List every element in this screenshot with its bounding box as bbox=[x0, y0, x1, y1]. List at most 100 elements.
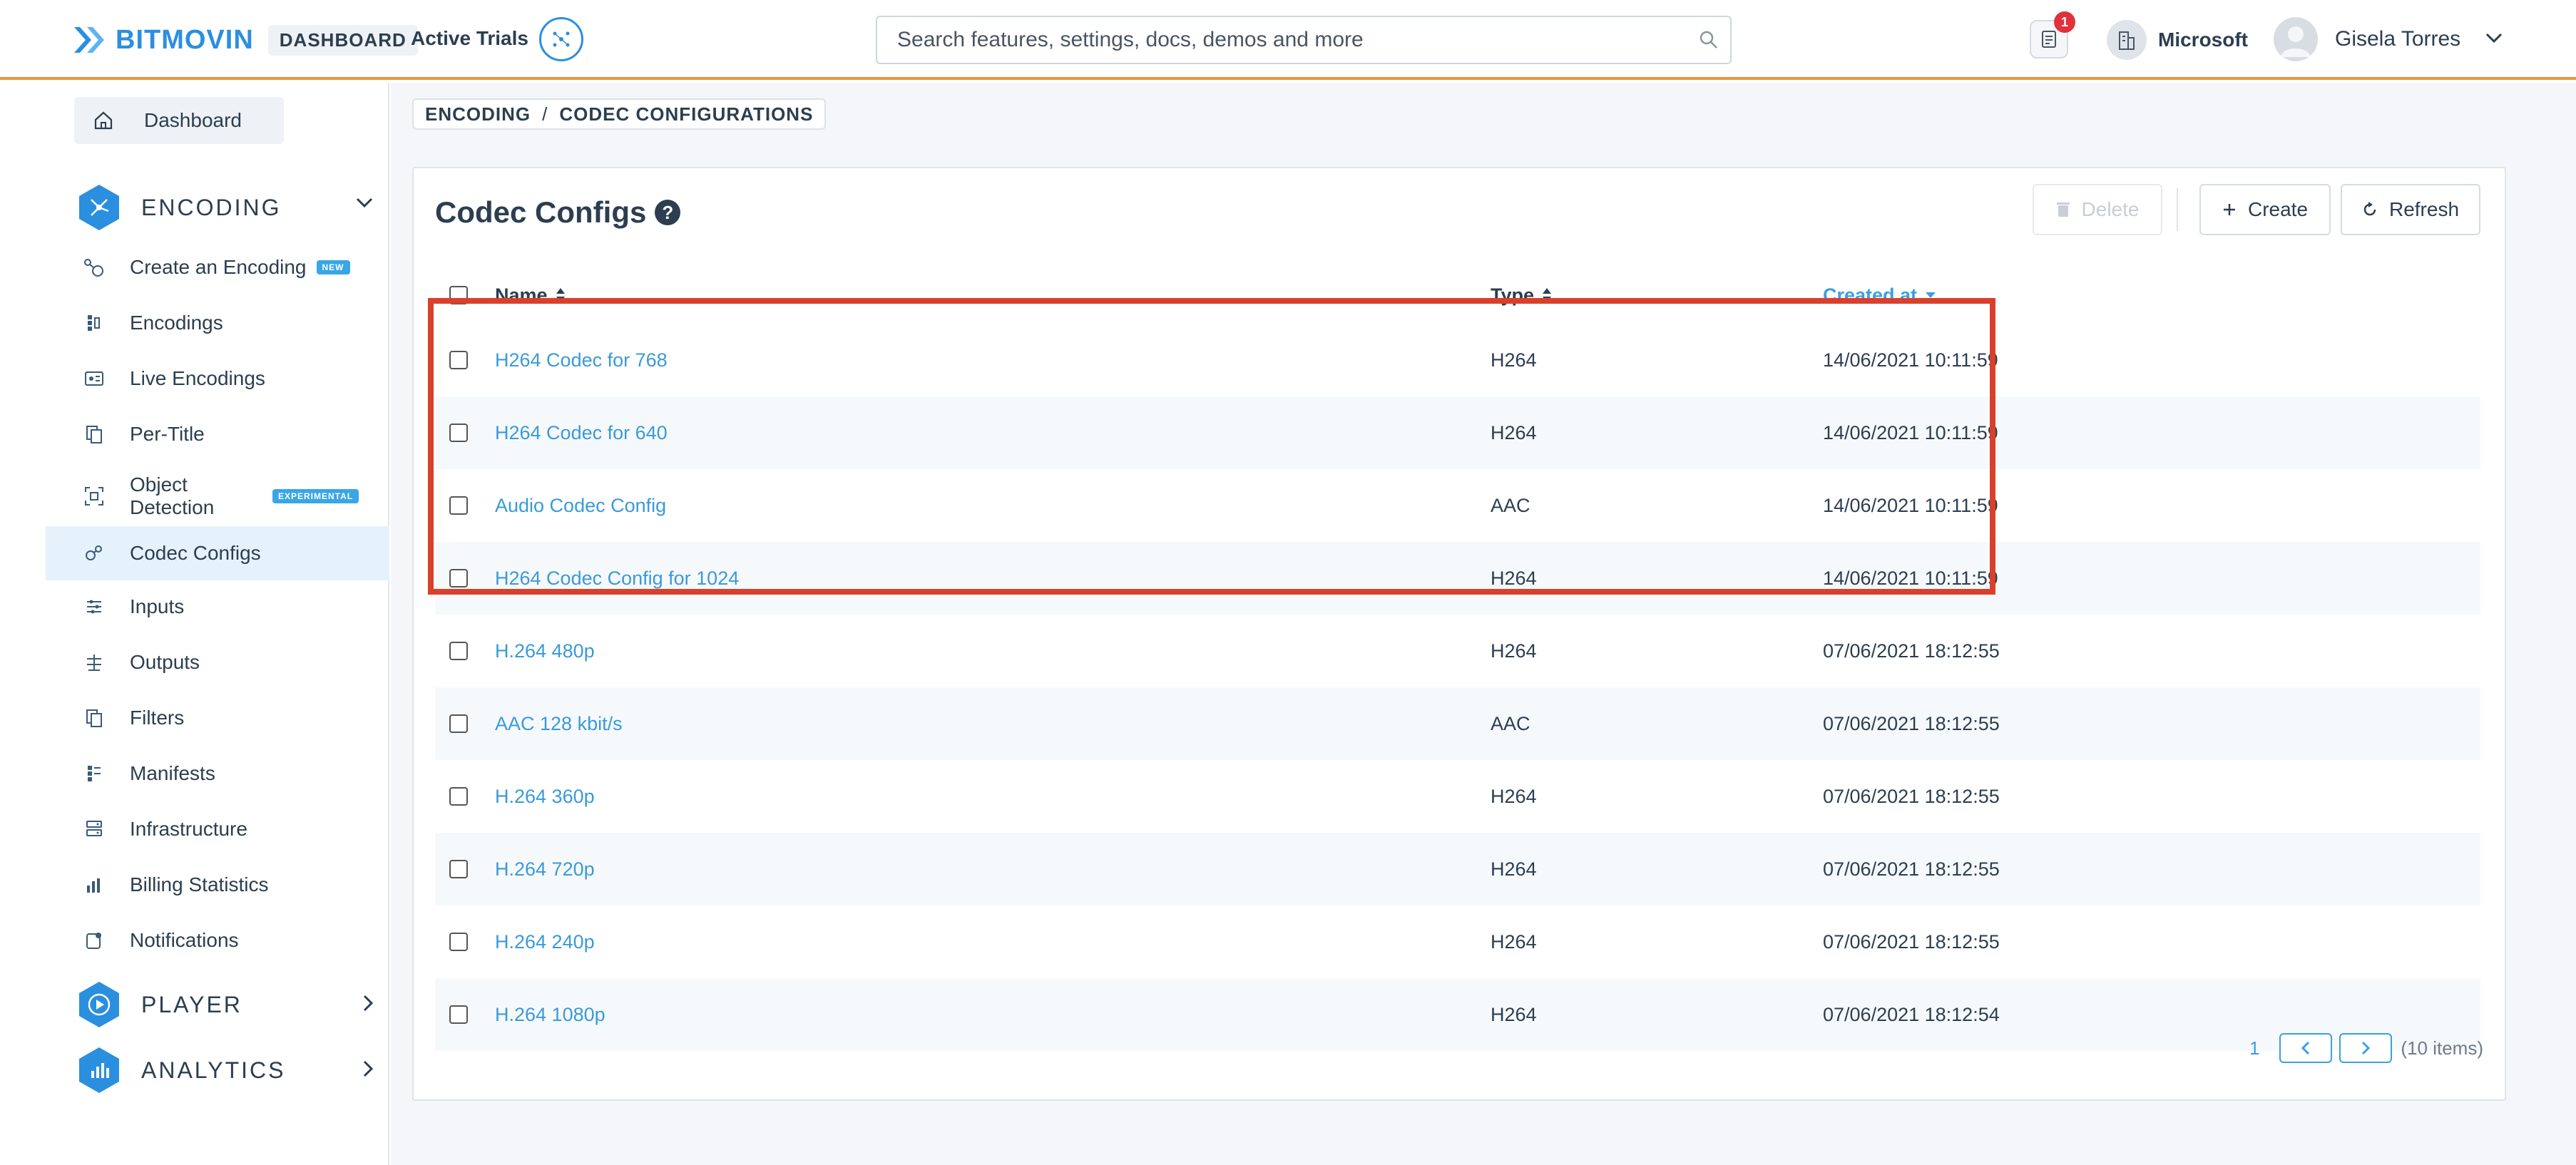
row-created: 14/06/2021 10:11:59 bbox=[1823, 567, 1998, 589]
row-name-link[interactable]: H.264 720p bbox=[495, 833, 595, 905]
row-name-link[interactable]: H.264 360p bbox=[495, 760, 595, 833]
row-created: 07/06/2021 18:12:55 bbox=[1823, 785, 2000, 807]
delete-button[interactable]: Delete bbox=[2033, 184, 2162, 235]
section-encoding[interactable]: ENCODING bbox=[74, 181, 374, 234]
organization-switcher[interactable]: Microsoft bbox=[2107, 19, 2248, 61]
table-row[interactable]: H264 Codec Config for 1024 H264 14/06/20… bbox=[435, 542, 2480, 615]
search-icon[interactable] bbox=[1687, 30, 1730, 50]
row-name-link[interactable]: H264 Codec Config for 1024 bbox=[495, 542, 739, 615]
user-menu[interactable]: Gisela Torres bbox=[2274, 17, 2503, 61]
sidebar-item-codec-configs[interactable]: Codec Configs bbox=[46, 526, 389, 580]
row-type: H264 bbox=[1491, 1003, 1537, 1025]
row-name-link[interactable]: AAC 128 kbit/s bbox=[495, 687, 623, 760]
chevron-down-icon[interactable] bbox=[2485, 32, 2503, 47]
help-icon[interactable]: ? bbox=[655, 200, 681, 225]
table-row[interactable]: H.264 1080p H264 07/06/2021 18:12:54 bbox=[435, 978, 2480, 1051]
row-checkbox[interactable] bbox=[449, 933, 468, 951]
column-name-label: Name bbox=[495, 284, 548, 306]
column-type-label: Type bbox=[1491, 284, 1535, 306]
column-created-label: Created at bbox=[1823, 284, 1918, 306]
table-row[interactable]: AAC 128 kbit/s AAC 07/06/2021 18:12:55 bbox=[435, 687, 2480, 760]
next-page-button[interactable] bbox=[2339, 1033, 2393, 1063]
toolbar-divider bbox=[2177, 188, 2178, 231]
home-icon bbox=[93, 110, 118, 131]
sidebar-item-label: Codec Configs bbox=[130, 542, 261, 564]
sidebar-item-object-detection[interactable]: Object Detection EXPERIMENTAL bbox=[46, 468, 389, 525]
row-created: 07/06/2021 18:12:55 bbox=[1823, 858, 2000, 880]
table-row[interactable]: Audio Codec Config AAC 14/06/2021 10:11:… bbox=[435, 469, 2480, 542]
sidebar-item-label: Notifications bbox=[130, 929, 239, 951]
sidebar-item-label: Filters bbox=[130, 707, 185, 729]
row-name-link[interactable]: Audio Codec Config bbox=[495, 469, 666, 542]
row-type: H264 bbox=[1491, 785, 1537, 807]
chevron-down-icon[interactable] bbox=[355, 197, 374, 212]
plus-icon bbox=[2222, 202, 2237, 217]
search-bar bbox=[876, 16, 1732, 64]
row-checkbox[interactable] bbox=[449, 860, 468, 878]
chevron-right-icon bbox=[2362, 1041, 2371, 1055]
current-page[interactable]: 1 bbox=[2249, 1037, 2259, 1059]
column-header-created[interactable]: Created at bbox=[1823, 267, 1937, 324]
section-analytics[interactable]: ANALYTICS bbox=[74, 1044, 374, 1097]
encoding-section-icon bbox=[74, 183, 124, 232]
create-button[interactable]: Create bbox=[2199, 184, 2331, 235]
table-row[interactable]: H264 Codec for 768 H264 14/06/2021 10:11… bbox=[435, 324, 2480, 396]
table-row[interactable]: H.264 720p H264 07/06/2021 18:12:55 bbox=[435, 833, 2480, 905]
search-input[interactable] bbox=[877, 28, 1687, 52]
tasks-icon bbox=[2042, 31, 2056, 48]
sidebar-item-manifests[interactable]: Manifests bbox=[46, 749, 389, 799]
refresh-button[interactable]: Refresh bbox=[2341, 184, 2480, 235]
sidebar-item-infrastructure[interactable]: Infrastructure bbox=[46, 804, 389, 854]
table-row[interactable]: H264 Codec for 640 H264 14/06/2021 10:11… bbox=[435, 396, 2480, 469]
trials-icon[interactable] bbox=[539, 17, 583, 61]
select-all-checkbox[interactable] bbox=[449, 267, 468, 324]
bitmovin-logo-icon bbox=[74, 27, 104, 53]
sidebar-item-outputs[interactable]: Outputs bbox=[46, 637, 389, 687]
column-header-name[interactable]: Name bbox=[495, 267, 566, 324]
sidebar: Dashboard ENCODING Create an Encoding NE… bbox=[0, 83, 389, 1165]
sidebar-item-billing-statistics[interactable]: Billing Statistics bbox=[46, 860, 389, 910]
codec-configs-icon bbox=[81, 543, 107, 564]
row-checkbox[interactable] bbox=[449, 642, 468, 660]
row-name-link[interactable]: H.264 240p bbox=[495, 905, 595, 978]
sidebar-item-notifications[interactable]: Notifications bbox=[46, 915, 389, 965]
sidebar-item-live-encodings[interactable]: Live Encodings bbox=[46, 354, 389, 404]
sidebar-item-encodings[interactable]: Encodings bbox=[46, 298, 389, 348]
sidebar-item-dashboard[interactable]: Dashboard bbox=[74, 97, 284, 144]
notifications-icon bbox=[81, 930, 107, 951]
row-name-link[interactable]: H264 Codec for 640 bbox=[495, 396, 668, 469]
bitmovin-logo[interactable]: BITMOVIN DASHBOARD bbox=[71, 21, 418, 58]
row-checkbox[interactable] bbox=[449, 569, 468, 587]
chevron-right-icon[interactable] bbox=[362, 994, 374, 1016]
row-created: 07/06/2021 18:12:54 bbox=[1823, 1003, 2000, 1025]
sidebar-item-create-encoding[interactable]: Create an Encoding NEW bbox=[46, 242, 389, 292]
sidebar-item-filters[interactable]: Filters bbox=[46, 693, 389, 743]
section-player[interactable]: PLAYER bbox=[74, 978, 374, 1031]
row-checkbox[interactable] bbox=[449, 496, 468, 515]
notifications-button[interactable]: 1 bbox=[2030, 11, 2075, 58]
chevron-right-icon[interactable] bbox=[362, 1059, 374, 1082]
sidebar-item-label: Create an Encoding bbox=[130, 256, 307, 278]
row-checkbox[interactable] bbox=[449, 424, 468, 442]
brand-name: BITMOVIN bbox=[116, 24, 254, 55]
previous-page-button[interactable] bbox=[2279, 1033, 2333, 1063]
row-type: AAC bbox=[1491, 494, 1530, 516]
sidebar-item-inputs[interactable]: Inputs bbox=[46, 582, 389, 632]
row-checkbox[interactable] bbox=[449, 1005, 468, 1024]
page-title: Codec Configs bbox=[435, 195, 647, 229]
row-name-link[interactable]: H.264 1080p bbox=[495, 978, 605, 1051]
sidebar-item-label: Per-Title bbox=[130, 423, 205, 445]
row-created: 14/06/2021 10:11:59 bbox=[1823, 494, 1998, 516]
table-row[interactable]: H.264 360p H264 07/06/2021 18:12:55 bbox=[435, 760, 2480, 833]
row-checkbox[interactable] bbox=[449, 351, 468, 369]
column-header-type[interactable]: Type bbox=[1491, 267, 1553, 324]
row-name-link[interactable]: H264 Codec for 768 bbox=[495, 324, 668, 396]
row-checkbox[interactable] bbox=[449, 714, 468, 733]
table-row[interactable]: H.264 240p H264 07/06/2021 18:12:55 bbox=[435, 905, 2480, 978]
row-name-link[interactable]: H.264 480p bbox=[495, 615, 595, 687]
breadcrumb-encoding[interactable]: ENCODING bbox=[425, 103, 531, 125]
active-trials-link[interactable]: Active Trials bbox=[411, 27, 528, 50]
row-checkbox[interactable] bbox=[449, 787, 468, 806]
table-row[interactable]: H.264 480p H264 07/06/2021 18:12:55 bbox=[435, 615, 2480, 687]
sidebar-item-per-title[interactable]: Per-Title bbox=[46, 409, 389, 459]
